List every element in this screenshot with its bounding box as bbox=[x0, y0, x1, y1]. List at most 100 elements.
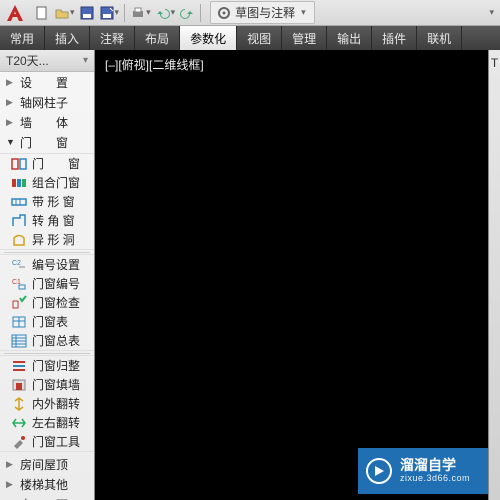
palette-item[interactable]: 门窗工具 bbox=[0, 432, 94, 451]
group-header-1[interactable]: ▶ 轴网柱子 bbox=[0, 92, 94, 112]
palette-item[interactable]: 门窗填墙 bbox=[0, 375, 94, 394]
watermark: 溜溜自学 zixue.3d66.com bbox=[358, 448, 488, 494]
group-label: 轴网柱子 bbox=[20, 94, 68, 111]
play-icon bbox=[366, 458, 392, 484]
palette-item[interactable]: 异 形 洞 bbox=[0, 230, 94, 249]
group-header-2[interactable]: ▶ 墙 体 bbox=[0, 112, 94, 132]
group-header-6[interactable]: ▶房间屋顶 bbox=[0, 454, 94, 474]
group-label: 门 窗 bbox=[20, 134, 68, 151]
ribbon-tab-4[interactable]: 参数化 bbox=[180, 26, 237, 50]
num-set-icon: C2 bbox=[10, 257, 28, 273]
ribbon-tab-0[interactable]: 常用 bbox=[0, 26, 45, 50]
odd-hole-icon bbox=[10, 232, 28, 248]
quick-access-toolbar: ▾ ▾ ▾ ▾ 草图与注释 ▾ ▾ bbox=[0, 0, 500, 26]
door-window-icon bbox=[10, 156, 28, 172]
group-label: 设 置 bbox=[20, 74, 68, 91]
palette-menu-icon[interactable]: ▾ bbox=[83, 55, 88, 66]
saveas-icon[interactable] bbox=[97, 3, 117, 23]
ribbon-tabs: 常用插入注释布局参数化视图管理输出插件联机 bbox=[0, 26, 500, 50]
palette-item[interactable]: 门窗总表 bbox=[0, 331, 94, 350]
palette-item-label: 转 角 窗 bbox=[32, 212, 75, 229]
group-header-3[interactable]: ▼ 门 窗 bbox=[0, 132, 94, 152]
group-items-5: 门窗归整门窗填墙内外翻转左右翻转门窗工具 bbox=[0, 355, 94, 452]
group-header-8[interactable]: ▶立 面 bbox=[0, 494, 94, 500]
qat-overflow-icon[interactable]: ▾ bbox=[489, 7, 494, 18]
palette-item-label: 门窗表 bbox=[32, 313, 68, 330]
palette-item[interactable]: 门窗检查 bbox=[0, 293, 94, 312]
print-icon[interactable] bbox=[128, 3, 148, 23]
ribbon-tab-5[interactable]: 视图 bbox=[237, 26, 282, 50]
palette-item[interactable]: 内外翻转 bbox=[0, 394, 94, 413]
palette-item[interactable]: 门 窗 bbox=[0, 154, 94, 173]
new-icon[interactable] bbox=[32, 3, 52, 23]
palette-item-label: 组合门窗 bbox=[32, 174, 80, 191]
palette-item[interactable]: 门窗归整 bbox=[0, 356, 94, 375]
palette-item-label: 编号设置 bbox=[32, 256, 80, 273]
svg-text:C2: C2 bbox=[12, 260, 21, 267]
group-header-7[interactable]: ▶楼梯其他 bbox=[0, 474, 94, 494]
palette-item-label: 异 形 洞 bbox=[32, 231, 75, 248]
gear-icon bbox=[217, 6, 231, 20]
flip-io-icon bbox=[10, 396, 28, 412]
arrange-icon bbox=[10, 358, 28, 374]
flip-lr-icon bbox=[10, 415, 28, 431]
triangle-right-icon: ▶ bbox=[6, 117, 14, 128]
divider bbox=[4, 252, 90, 253]
group-label: 楼梯其他 bbox=[20, 476, 68, 493]
watermark-url: zixue.3d66.com bbox=[400, 474, 470, 484]
palette-title: T20天... bbox=[6, 52, 49, 69]
undo-icon[interactable] bbox=[153, 3, 173, 23]
palette-item-label: 门窗总表 bbox=[32, 332, 80, 349]
check-icon bbox=[10, 295, 28, 311]
ribbon-tab-6[interactable]: 管理 bbox=[282, 26, 327, 50]
viewport-label[interactable]: [–][俯视][二维线框] bbox=[105, 56, 204, 73]
right-panel-collapsed[interactable]: T bbox=[488, 50, 500, 500]
group-items-3: 门 窗组合门窗带 形 窗转 角 窗异 形 洞 bbox=[0, 153, 94, 250]
palette-item[interactable]: 门窗表 bbox=[0, 312, 94, 331]
ribbon-tab-3[interactable]: 布局 bbox=[135, 26, 180, 50]
ribbon-tab-2[interactable]: 注释 bbox=[90, 26, 135, 50]
table-all-icon bbox=[10, 333, 28, 349]
palette-item[interactable]: 组合门窗 bbox=[0, 173, 94, 192]
redo-icon[interactable] bbox=[177, 3, 197, 23]
palette-item-label: 门窗工具 bbox=[32, 433, 80, 450]
palette-item-label: 门窗检查 bbox=[32, 294, 80, 311]
chevron-down-icon: ▾ bbox=[301, 7, 306, 18]
workspace-selector[interactable]: 草图与注释 ▾ bbox=[210, 1, 315, 24]
drawing-canvas[interactable]: [–][俯视][二维线框] 溜溜自学 zixue.3d66.com bbox=[95, 50, 488, 500]
ribbon-tab-9[interactable]: 联机 bbox=[417, 26, 462, 50]
group-label: 墙 体 bbox=[20, 114, 68, 131]
triangle-right-icon: ▶ bbox=[6, 97, 14, 108]
saveas-dropdown-icon[interactable]: ▾ bbox=[115, 7, 120, 18]
right-panel-label: T bbox=[491, 56, 498, 70]
ribbon-tab-1[interactable]: 插入 bbox=[45, 26, 90, 50]
ribbon-tab-8[interactable]: 插件 bbox=[372, 26, 417, 50]
table-icon bbox=[10, 314, 28, 330]
palette-item[interactable]: 左右翻转 bbox=[0, 413, 94, 432]
group-label: 房间屋顶 bbox=[20, 456, 68, 473]
triangle-down-icon: ▼ bbox=[6, 137, 14, 147]
open-dropdown-icon[interactable]: ▾ bbox=[70, 7, 75, 18]
palette-item[interactable]: 转 角 窗 bbox=[0, 211, 94, 230]
palette-item[interactable]: C2 编号设置 bbox=[0, 255, 94, 274]
workspace-label: 草图与注释 bbox=[235, 4, 295, 21]
num-icon: C1 bbox=[10, 276, 28, 292]
open-icon[interactable] bbox=[52, 3, 72, 23]
palette-item-label: 门窗归整 bbox=[32, 357, 80, 374]
tools-icon bbox=[10, 434, 28, 450]
palette-title-bar[interactable]: T20天... ▾ bbox=[0, 50, 94, 72]
group-items-4: C2编号设置C1门窗编号门窗检查门窗表门窗总表 bbox=[0, 254, 94, 351]
palette-item[interactable]: 带 形 窗 bbox=[0, 192, 94, 211]
palette-item[interactable]: C1门窗编号 bbox=[0, 274, 94, 293]
print-dropdown-icon[interactable]: ▾ bbox=[146, 7, 151, 18]
triangle-right-icon: ▶ bbox=[6, 77, 14, 88]
palette-item-label: 门窗填墙 bbox=[32, 376, 80, 393]
palette-item-label: 门窗编号 bbox=[32, 275, 80, 292]
app-logo bbox=[2, 2, 28, 24]
undo-dropdown-icon[interactable]: ▾ bbox=[171, 7, 176, 18]
save-icon[interactable] bbox=[77, 3, 97, 23]
divider bbox=[4, 353, 90, 354]
ribbon-tab-7[interactable]: 输出 bbox=[327, 26, 372, 50]
group-header-0[interactable]: ▶ 设 置 bbox=[0, 72, 94, 92]
tool-palette: T20天... ▾ ▶设 置▶轴网柱子▶墙 体▼门 窗门 窗组合门窗带 形 窗转… bbox=[0, 50, 95, 500]
